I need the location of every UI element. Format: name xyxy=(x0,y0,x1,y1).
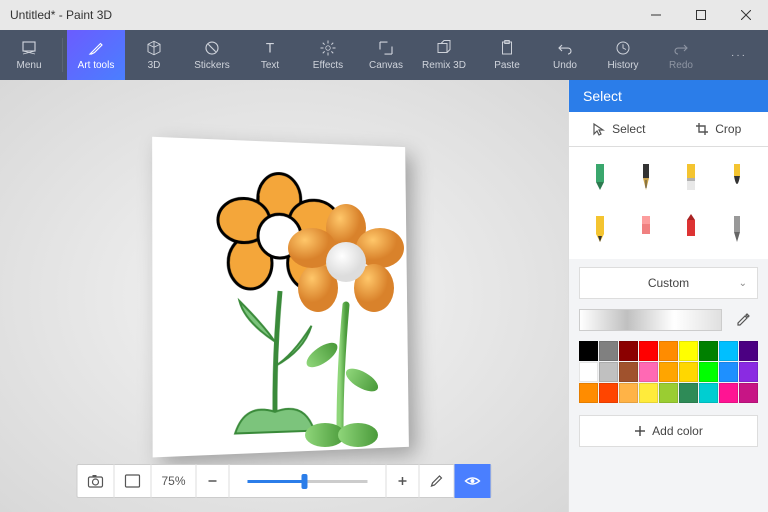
color-swatch[interactable] xyxy=(619,383,638,403)
color-swatch[interactable] xyxy=(739,341,758,361)
close-button[interactable] xyxy=(723,0,768,30)
sticker-icon xyxy=(203,39,221,57)
menu-button[interactable]: Menu xyxy=(0,30,58,80)
history-icon xyxy=(614,39,632,57)
brush-picker xyxy=(569,147,768,259)
material-picker[interactable] xyxy=(579,309,722,331)
color-swatch[interactable] xyxy=(599,362,618,382)
fit-screen-button[interactable] xyxy=(114,464,151,498)
color-swatch[interactable] xyxy=(599,383,618,403)
text-icon: T xyxy=(261,39,279,57)
side-panel-header: Select xyxy=(569,80,768,112)
plus-icon xyxy=(634,425,646,437)
flower-3d-model[interactable] xyxy=(270,200,430,450)
effects-icon xyxy=(319,39,337,57)
color-swatch[interactable] xyxy=(659,362,678,382)
more-icon: ··· xyxy=(731,50,747,61)
svg-text:T: T xyxy=(266,41,274,56)
maximize-button[interactable] xyxy=(678,0,723,30)
crayon-brush[interactable] xyxy=(675,211,709,247)
color-swatch[interactable] xyxy=(699,341,718,361)
minimize-button[interactable] xyxy=(633,0,678,30)
color-swatch[interactable] xyxy=(719,341,738,361)
color-swatch[interactable] xyxy=(619,362,638,382)
stickers-tab[interactable]: Stickers xyxy=(183,30,241,80)
remix-3d-tab[interactable]: Remix 3D xyxy=(415,30,473,80)
color-palette xyxy=(579,341,758,403)
art-tools-tab[interactable]: Art tools xyxy=(67,30,125,80)
brush-icon xyxy=(87,39,105,57)
color-swatch[interactable] xyxy=(619,341,638,361)
paste-icon xyxy=(498,39,516,57)
eraser-brush[interactable] xyxy=(629,211,663,247)
color-swatch[interactable] xyxy=(579,383,598,403)
chevron-down-icon: ⌄ xyxy=(739,278,747,289)
color-swatch[interactable] xyxy=(699,362,718,382)
color-swatch[interactable] xyxy=(719,362,738,382)
color-swatch[interactable] xyxy=(659,341,678,361)
color-swatch[interactable] xyxy=(639,383,658,403)
color-swatch[interactable] xyxy=(679,362,698,382)
view-mode-button[interactable] xyxy=(455,464,491,498)
crop-tool-tab[interactable]: Crop xyxy=(669,112,768,146)
watercolor-brush[interactable] xyxy=(720,159,754,195)
thickness-dropdown[interactable]: Custom ⌄ xyxy=(579,267,758,299)
add-color-button[interactable]: Add color xyxy=(579,415,758,447)
color-swatch[interactable] xyxy=(659,383,678,403)
marker-brush[interactable] xyxy=(583,159,617,195)
redo-button[interactable]: Redo xyxy=(652,30,710,80)
edit-mode-button[interactable] xyxy=(420,464,455,498)
color-swatch[interactable] xyxy=(739,383,758,403)
calligraphy-pen-brush[interactable] xyxy=(629,159,663,195)
eyedropper-button[interactable] xyxy=(728,309,758,331)
canvas-viewport[interactable]: 75% xyxy=(0,80,568,512)
oil-brush[interactable] xyxy=(675,159,709,195)
redo-icon xyxy=(672,39,690,57)
zoom-out-button[interactable] xyxy=(197,464,230,498)
canvas-tab[interactable]: Canvas xyxy=(357,30,415,80)
canvas-icon xyxy=(377,39,395,57)
color-swatch[interactable] xyxy=(639,362,658,382)
menu-icon xyxy=(20,39,38,57)
side-panel: Select Select Crop Custom ⌄ xyxy=(568,80,768,512)
zoom-toolbar: 75% xyxy=(76,464,491,498)
pencil-brush[interactable] xyxy=(583,211,617,247)
cursor-icon xyxy=(592,122,606,136)
undo-button[interactable]: Undo xyxy=(536,30,594,80)
color-swatch[interactable] xyxy=(599,341,618,361)
zoom-percent[interactable]: 75% xyxy=(151,464,196,498)
color-swatch[interactable] xyxy=(719,383,738,403)
paste-button[interactable]: Paste xyxy=(478,30,536,80)
cube-icon xyxy=(145,39,163,57)
more-button[interactable]: ··· xyxy=(710,30,768,80)
zoom-slider[interactable] xyxy=(248,480,368,483)
pixel-pen-brush[interactable] xyxy=(720,211,754,247)
undo-icon xyxy=(556,39,574,57)
color-swatch[interactable] xyxy=(679,341,698,361)
zoom-in-button[interactable] xyxy=(387,464,420,498)
history-button[interactable]: History xyxy=(594,30,652,80)
color-swatch[interactable] xyxy=(699,383,718,403)
remix-icon xyxy=(435,39,453,57)
color-swatch[interactable] xyxy=(679,383,698,403)
color-swatch[interactable] xyxy=(639,341,658,361)
effects-tab[interactable]: Effects xyxy=(299,30,357,80)
text-tab[interactable]: T Text xyxy=(241,30,299,80)
color-swatch[interactable] xyxy=(579,341,598,361)
crop-icon xyxy=(695,122,709,136)
color-swatch[interactable] xyxy=(739,362,758,382)
color-swatch[interactable] xyxy=(579,362,598,382)
camera-button[interactable] xyxy=(77,464,114,498)
3d-tab[interactable]: 3D xyxy=(125,30,183,80)
window-title: Untitled* - Paint 3D xyxy=(10,8,112,22)
select-tool-tab[interactable]: Select xyxy=(569,112,669,146)
